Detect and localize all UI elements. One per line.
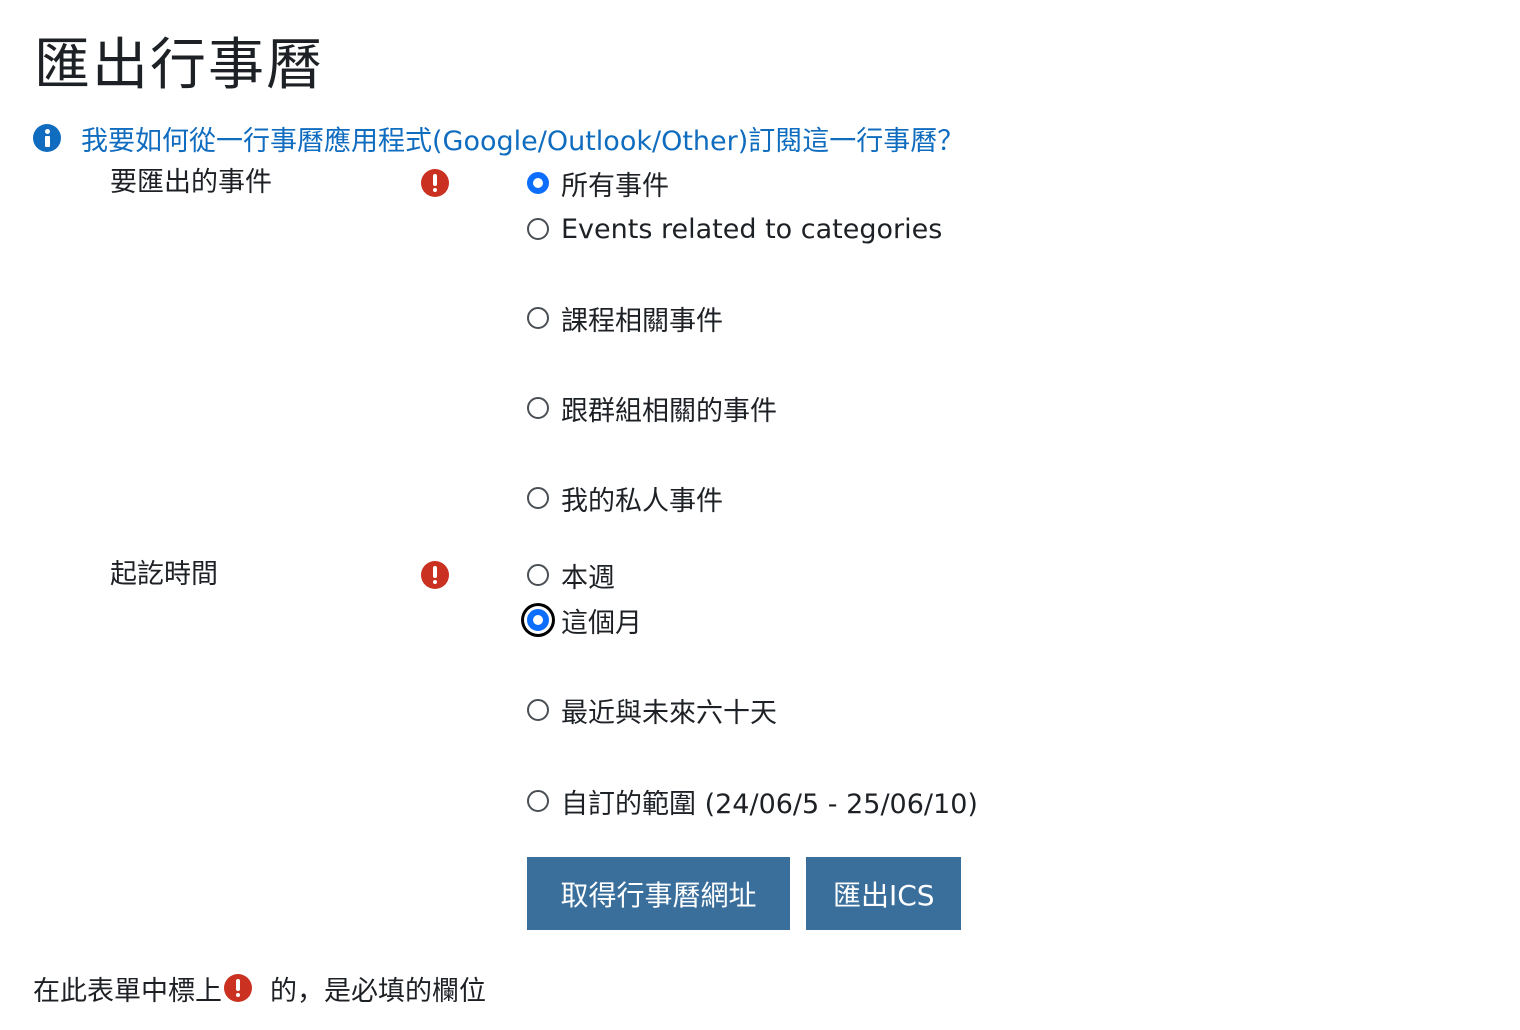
export-ics-button[interactable]: 匯出ICS <box>806 857 961 930</box>
radio-time-weeknow[interactable]: 本週 <box>527 557 615 594</box>
export-calendar-page: 匯出行事曆 我要如何從一行事曆應用程式(Google/Outlook/Other… <box>0 0 1520 1030</box>
subscribe-help: 我要如何從一行事曆應用程式(Google/Outlook/Other)訂閱這一行… <box>33 118 964 158</box>
get-calendar-url-button[interactable]: 取得行事曆網址 <box>527 857 790 930</box>
radio-button[interactable] <box>527 564 549 586</box>
radio-events-groups[interactable]: 跟群組相關的事件 <box>527 390 777 427</box>
radio-time-custom[interactable]: 自訂的範圍 (24/06/5 - 25/06/10) <box>527 783 978 820</box>
required-icon <box>421 169 449 197</box>
radio-label: Events related to categories <box>561 213 943 245</box>
required-fields-note: 在此表單中標上 的，是必填的欄位 <box>33 970 486 1007</box>
info-circle-icon[interactable] <box>33 124 61 152</box>
radio-label: 課程相關事件 <box>561 305 723 337</box>
radio-events-all[interactable]: 所有事件 <box>527 165 669 202</box>
radio-label: 本週 <box>561 562 615 594</box>
radio-label: 自訂的範圍 (24/06/5 - 25/06/10) <box>561 788 978 820</box>
radio-button[interactable] <box>527 609 549 631</box>
required-icon <box>224 974 252 1002</box>
radio-button[interactable] <box>527 790 549 812</box>
radio-button[interactable] <box>527 307 549 329</box>
radio-time-monthnow[interactable]: 這個月 <box>527 602 642 639</box>
radio-label: 跟群組相關的事件 <box>561 395 777 427</box>
radio-button[interactable] <box>527 699 549 721</box>
radio-events-user[interactable]: 我的私人事件 <box>527 480 723 517</box>
radio-button[interactable] <box>527 397 549 419</box>
events-field-label: 要匯出的事件 <box>110 167 272 198</box>
radio-label: 所有事件 <box>561 170 669 202</box>
radio-button[interactable] <box>527 487 549 509</box>
required-note-text: 在此表單中標上 <box>33 975 222 1007</box>
radio-label: 最近與未來六十天 <box>561 697 777 729</box>
radio-events-categories[interactable]: Events related to categories <box>527 211 942 247</box>
required-note-text-end: 的，是必填的欄位 <box>270 975 486 1007</box>
radio-button[interactable] <box>527 172 549 194</box>
radio-button[interactable] <box>527 218 549 240</box>
page-title: 匯出行事曆 <box>34 33 324 98</box>
radio-label: 我的私人事件 <box>561 485 723 517</box>
required-icon <box>421 561 449 589</box>
timeperiod-field-label: 起訖時間 <box>110 559 218 590</box>
radio-label: 這個月 <box>561 607 642 639</box>
radio-time-recentupcoming[interactable]: 最近與未來六十天 <box>527 692 777 729</box>
subscribe-help-link[interactable]: 我要如何從一行事曆應用程式(Google/Outlook/Other)訂閱這一行… <box>81 119 964 158</box>
radio-events-courses[interactable]: 課程相關事件 <box>527 300 723 337</box>
